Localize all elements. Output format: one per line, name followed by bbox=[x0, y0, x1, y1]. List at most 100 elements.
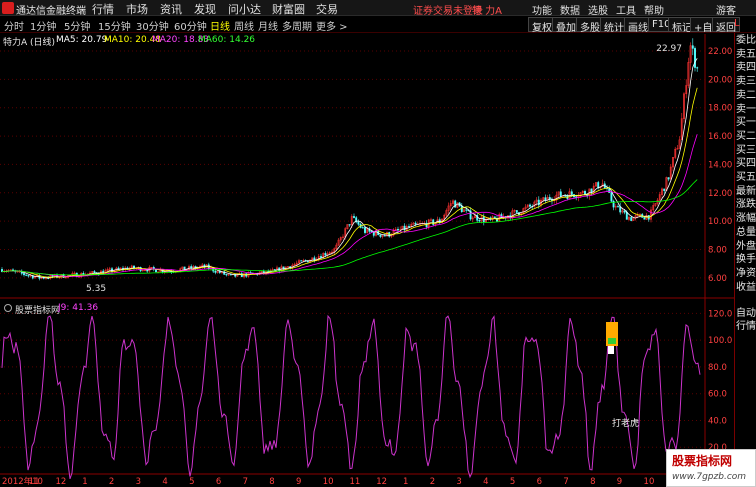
candle-body bbox=[372, 231, 375, 236]
candle-body bbox=[93, 271, 96, 273]
date-tick: 11 bbox=[350, 477, 361, 487]
candle-body bbox=[691, 45, 694, 49]
date-tick: 1 bbox=[82, 477, 87, 487]
candle-body bbox=[564, 195, 567, 197]
sidebar-item[interactable]: 收益 bbox=[736, 282, 756, 294]
candle-body bbox=[320, 256, 322, 258]
sidebar-item[interactable]: 买四 bbox=[736, 158, 756, 170]
sidebar-item[interactable]: 买一 bbox=[736, 117, 756, 129]
sidebar-item[interactable]: 总量 bbox=[736, 227, 756, 239]
date-tick: 7 bbox=[563, 477, 568, 487]
indicator-settings-icon[interactable] bbox=[4, 304, 12, 312]
candle-body bbox=[353, 216, 355, 218]
candle-body bbox=[544, 197, 547, 201]
price-tick: 10.00 bbox=[708, 217, 732, 227]
price-low-label: 5.35 bbox=[86, 284, 107, 294]
sidebar-item[interactable]: 卖四 bbox=[736, 62, 756, 74]
sidebar-item[interactable]: 外盘 bbox=[736, 241, 756, 253]
candle-body bbox=[432, 219, 435, 225]
candle-body bbox=[625, 211, 628, 220]
candle-body bbox=[214, 270, 217, 273]
candle-body bbox=[570, 191, 573, 195]
date-tick: 1 bbox=[403, 477, 408, 487]
date-tick: 9 bbox=[617, 477, 622, 487]
indicator-tick: 120.0 bbox=[708, 309, 732, 319]
sidebar-item[interactable]: 净资 bbox=[736, 268, 756, 280]
date-tick: 10 bbox=[644, 477, 655, 487]
candle-body bbox=[225, 274, 228, 276]
sidebar-item[interactable]: 买三 bbox=[736, 145, 756, 157]
sidebar-item[interactable]: 涨跌 bbox=[736, 199, 756, 211]
j-line bbox=[1, 314, 701, 480]
candle-body bbox=[643, 217, 646, 220]
candle-body bbox=[146, 269, 149, 272]
date-tick: 4 bbox=[483, 477, 488, 487]
date-tick: 3 bbox=[456, 477, 461, 487]
sidebar-item[interactable]: 卖一 bbox=[736, 104, 756, 116]
sidebar-item[interactable]: 卖二 bbox=[736, 90, 756, 102]
candle-body bbox=[361, 227, 364, 229]
sidebar-item[interactable]: 最新 bbox=[736, 186, 756, 198]
candle-body bbox=[465, 209, 468, 211]
sidebar-item[interactable]: 涨幅 bbox=[736, 213, 756, 225]
candle-body bbox=[663, 188, 666, 191]
sidebar-item[interactable]: 换手 bbox=[736, 254, 756, 266]
candle-body bbox=[157, 271, 160, 273]
indicator-tick: 100.0 bbox=[708, 336, 732, 346]
candle-body bbox=[379, 234, 382, 237]
candle-body bbox=[25, 274, 28, 276]
date-tick: 7 bbox=[243, 477, 248, 487]
price-tick: 6.00 bbox=[708, 274, 727, 284]
candle-body bbox=[559, 191, 562, 197]
date-tick: 6 bbox=[216, 477, 221, 487]
price-tick: 18.00 bbox=[708, 104, 732, 114]
ma20-line bbox=[1, 134, 698, 278]
date-tick: 12 bbox=[376, 477, 387, 487]
indicator-tick: 40.0 bbox=[708, 416, 727, 426]
moving-average-lines bbox=[1, 58, 698, 279]
sidebar-bottom-item[interactable]: 自动 bbox=[736, 308, 756, 320]
indicator-value: J9: 41.36 bbox=[58, 303, 99, 313]
sidebar-item[interactable]: 买二 bbox=[736, 131, 756, 143]
price-tick: 20.00 bbox=[708, 75, 732, 85]
candle-body bbox=[273, 269, 276, 271]
sidebar-item[interactable]: 卖三 bbox=[736, 76, 756, 88]
candle-body bbox=[623, 210, 626, 213]
candle-body bbox=[478, 220, 481, 222]
signal-marker-tail bbox=[608, 346, 614, 354]
price-tick: 12.00 bbox=[708, 189, 732, 199]
date-tick: 4 bbox=[162, 477, 167, 487]
date-tick: 5 bbox=[189, 477, 194, 487]
date-tick: 8 bbox=[590, 477, 595, 487]
candle-body bbox=[117, 267, 120, 270]
date-tick: 3 bbox=[136, 477, 141, 487]
indicator-annotation: 打老虎 bbox=[612, 419, 640, 429]
candlesticks bbox=[1, 38, 699, 281]
price-tick: 14.00 bbox=[708, 160, 732, 170]
date-tick: 2 bbox=[430, 477, 435, 487]
sidebar-item[interactable]: 买五 bbox=[736, 172, 756, 184]
date-tick: 2 bbox=[109, 477, 114, 487]
sidebar-item[interactable]: 委比 bbox=[736, 35, 756, 47]
candle-body bbox=[364, 227, 366, 233]
sidebar-item[interactable]: 卖五 bbox=[736, 49, 756, 61]
price-tick: 8.00 bbox=[708, 245, 727, 255]
date-tick: 9 bbox=[296, 477, 301, 487]
indicator-name[interactable]: 股票指标网 bbox=[15, 303, 60, 316]
candlestick-chart[interactable]: 22.0020.0018.0016.0014.0012.0010.008.006… bbox=[0, 0, 734, 487]
sidebar-bottom-item[interactable]: 行情 bbox=[736, 321, 756, 333]
candle-body bbox=[23, 273, 25, 276]
signal-marker-inner bbox=[608, 338, 616, 344]
candle-body bbox=[324, 253, 327, 256]
watermark-title: 股票指标网 bbox=[672, 454, 733, 468]
ma10-line bbox=[1, 87, 698, 278]
candle-body bbox=[229, 274, 232, 276]
candle-body bbox=[27, 275, 30, 277]
candle-body bbox=[357, 221, 360, 225]
price-high-label: 22.97 bbox=[656, 44, 682, 54]
candle-body bbox=[515, 210, 518, 213]
price-tick: 16.00 bbox=[708, 132, 732, 142]
watermark-url: www.7gpzb.com bbox=[672, 472, 747, 482]
candle-body bbox=[111, 268, 113, 272]
candle-body bbox=[414, 222, 417, 225]
